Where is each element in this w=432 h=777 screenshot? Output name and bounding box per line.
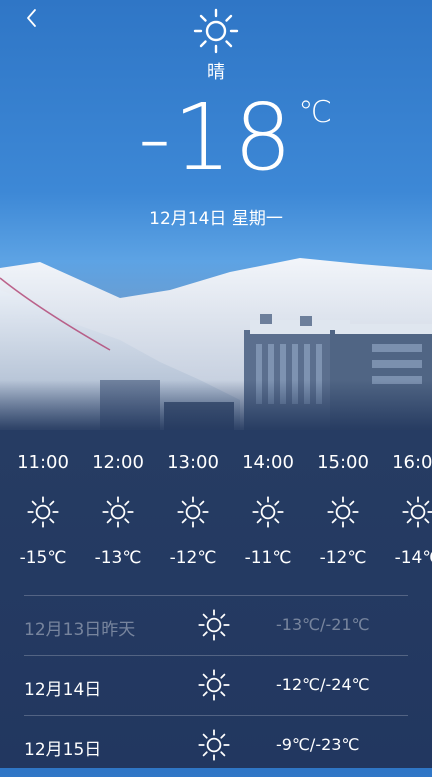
daily-row: 12月15日 -9℃/-23℃ — [0, 717, 432, 777]
sun-icon — [327, 496, 359, 528]
day-temp-range: -12℃/-24℃ — [276, 675, 370, 694]
day-label: 12月15日 — [24, 740, 102, 760]
temperature-unit: ℃ — [298, 95, 335, 130]
sun-icon — [198, 669, 230, 701]
hour-time: 15:00 — [317, 452, 369, 473]
row-divider — [24, 595, 408, 596]
temperature-value: -18 — [137, 84, 295, 191]
sun-icon — [27, 496, 59, 528]
day-temp-range: -9℃/-23℃ — [276, 735, 360, 754]
hour-temp: -12℃ — [319, 548, 367, 568]
hour-temp: -11℃ — [244, 548, 292, 568]
sun-icon — [193, 8, 239, 54]
sun-icon — [402, 496, 432, 528]
hourly-item: 11:00 -15℃ — [13, 452, 73, 568]
hour-time: 16:00 — [392, 452, 432, 473]
sun-icon — [198, 729, 230, 761]
hourly-item: 15:00 -12℃ — [313, 452, 373, 568]
daily-row: 12月13日昨天 -13℃/-21℃ — [0, 597, 432, 657]
sun-icon — [177, 496, 209, 528]
current-weather-header: 晴 — [0, 8, 432, 84]
hour-time: 11:00 — [17, 452, 69, 473]
hourly-item: 14:00 -11℃ — [238, 452, 298, 568]
sun-icon — [102, 496, 134, 528]
hour-time: 12:00 — [92, 452, 144, 473]
sun-icon — [252, 496, 284, 528]
condition-label: 晴 — [207, 62, 225, 83]
hourly-item: 16:00 -14℃ — [388, 452, 432, 568]
hour-time: 13:00 — [167, 452, 219, 473]
day-label: 12月14日 — [24, 680, 102, 700]
hourly-forecast[interactable]: 11:00 -15℃ 12:00 -13℃ 13:00 -12℃ 14:00 -11℃ 15:0… — [0, 452, 432, 582]
row-divider — [24, 655, 408, 656]
sun-icon — [198, 609, 230, 641]
current-temperature: -18 ℃ — [0, 92, 432, 184]
hour-temp: -14℃ — [394, 548, 432, 568]
hourly-item: 13:00 -12℃ — [163, 452, 223, 568]
current-date: 12月14日 星期一 — [149, 209, 283, 229]
daily-row: 12月14日 -12℃/-24℃ — [0, 657, 432, 717]
day-label: 12月13日昨天 — [24, 620, 136, 640]
hour-temp: -13℃ — [94, 548, 142, 568]
hour-time: 14:00 — [242, 452, 294, 473]
hour-temp: -15℃ — [19, 548, 67, 568]
hourly-item: 12:00 -13℃ — [88, 452, 148, 568]
day-temp-range: -13℃/-21℃ — [276, 615, 370, 634]
row-divider — [24, 715, 408, 716]
hour-temp: -12℃ — [169, 548, 217, 568]
